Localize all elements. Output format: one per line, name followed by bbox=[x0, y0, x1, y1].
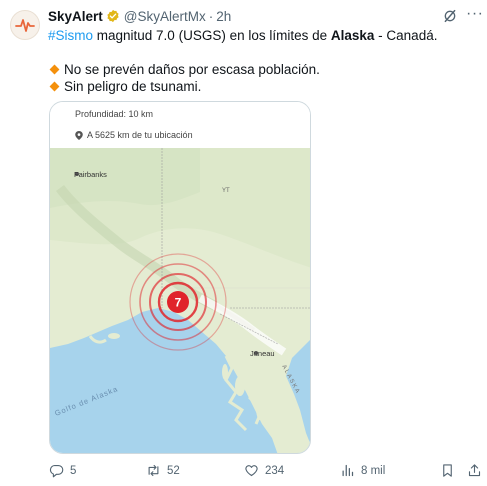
share-icon bbox=[468, 464, 481, 477]
bookmark-icon bbox=[443, 464, 452, 477]
bullet-text: Sin peligro de tsunami. bbox=[64, 79, 202, 94]
reply-count: 5 bbox=[70, 464, 77, 477]
map-label-fairbanks: Fairbanks bbox=[74, 170, 107, 179]
tweet-region: Alaska bbox=[330, 28, 375, 43]
action-bar: 5 52 234 8 mil bbox=[0, 463, 487, 479]
tweet-text: #Sismo magnitud 7.0 (USGS) en los límite… bbox=[48, 27, 437, 44]
map-label-yukon: YT bbox=[222, 188, 230, 194]
tweet-time[interactable]: 2h bbox=[216, 9, 231, 24]
like-count: 234 bbox=[265, 464, 285, 477]
bookmark-button[interactable] bbox=[440, 463, 461, 478]
views-button[interactable]: 8 mil bbox=[340, 463, 385, 478]
bullet-item: No se prevén daños por escasa población. bbox=[48, 61, 320, 78]
account-name[interactable]: SkyAlert bbox=[48, 9, 103, 24]
reply-button[interactable]: 5 bbox=[49, 463, 76, 478]
avatar-alert-logo bbox=[15, 19, 35, 32]
retweet-icon bbox=[148, 464, 159, 477]
header-separator: · bbox=[208, 8, 214, 24]
retweet-button[interactable]: 52 bbox=[146, 463, 180, 478]
share-button[interactable] bbox=[467, 463, 487, 478]
orange-diamond-icon bbox=[49, 64, 60, 75]
like-button[interactable]: 234 bbox=[244, 463, 284, 478]
reply-icon bbox=[49, 464, 64, 478]
like-icon bbox=[245, 465, 258, 477]
avatar[interactable] bbox=[10, 10, 40, 40]
media-card[interactable]: Profundidad: 10 km A 5625 km de tu ubica… bbox=[49, 101, 311, 454]
tweet-header: SkyAlert @SkyAlertMx · 2h bbox=[48, 7, 231, 25]
retweet-count: 52 bbox=[167, 464, 180, 477]
more-icon[interactable]: ··· bbox=[466, 6, 483, 22]
map-label-juneau: Juneau bbox=[250, 349, 275, 358]
bullet-item: Sin peligro de tsunami. bbox=[48, 78, 201, 95]
account-handle[interactable]: @SkyAlertMx bbox=[124, 9, 206, 24]
tweet-text-part2: - Canadá. bbox=[374, 28, 438, 43]
verified-badge-icon bbox=[107, 9, 119, 23]
tweet-text-part1: magnitud 7.0 (USGS) en los límites de bbox=[93, 28, 331, 43]
location-pin-icon bbox=[75, 130, 83, 140]
depth-label: Profundidad: 10 km bbox=[75, 109, 154, 119]
orange-diamond-icon bbox=[49, 81, 60, 92]
views-icon bbox=[342, 464, 354, 477]
quake-info: Profundidad: 10 km A 5625 km de tu ubica… bbox=[50, 102, 310, 148]
distance-label: A 5625 km de tu ubicación bbox=[75, 130, 193, 140]
hashtag-link[interactable]: #Sismo bbox=[48, 28, 93, 43]
map[interactable]: 7 Fairbanks YT Juneau Golfo de Alaska AL… bbox=[50, 148, 311, 454]
quake-magnitude-badge: 7 bbox=[175, 296, 182, 310]
views-count: 8 mil bbox=[361, 464, 386, 477]
distance-text: A 5625 km de tu ubicación bbox=[87, 130, 193, 140]
bullet-text: No se prevén daños por escasa población. bbox=[64, 62, 320, 77]
grok-icon[interactable] bbox=[442, 8, 458, 24]
